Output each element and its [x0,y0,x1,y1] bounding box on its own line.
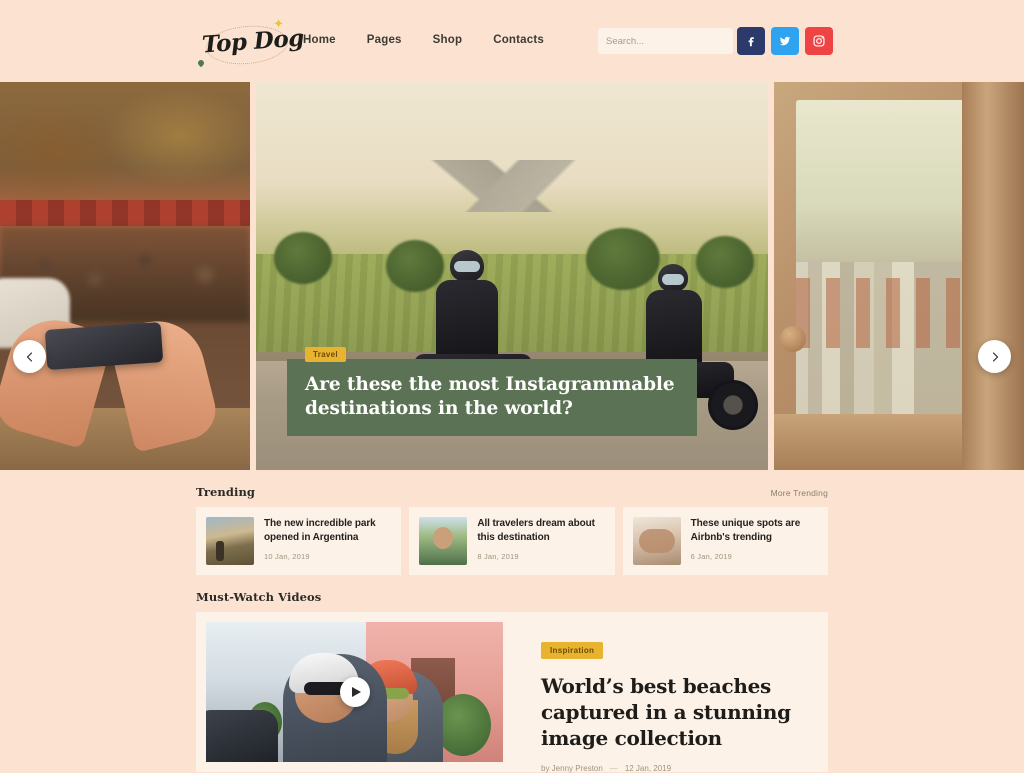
carousel-prev-button[interactable] [13,340,46,373]
search-box[interactable] [598,28,749,54]
twitter-icon[interactable] [771,27,799,55]
carousel-next-button[interactable] [978,340,1011,373]
instagram-icon[interactable] [805,27,833,55]
facebook-icon[interactable] [737,27,765,55]
trending-title: Trending [196,485,256,499]
trending-card-title[interactable]: The new incredible park opened in Argent… [264,517,391,545]
video-meta: by Jenny Preston — 12 Jan, 2019 [541,764,818,773]
nav-item-contacts[interactable]: Contacts [493,34,544,46]
site-logo[interactable]: ✦ Top Dog [196,16,305,68]
main-content: Trending More Trending The new incredibl… [0,470,1024,773]
hero-slide-active[interactable]: Travel Are these the most Instagrammable… [256,82,768,470]
hero-image-window [774,82,1024,470]
featured-video-card[interactable]: Inspiration World’s best beaches capture… [196,612,828,773]
hero-slide-previous[interactable] [0,82,250,470]
more-trending-link[interactable]: More Trending [771,488,828,498]
chevron-right-icon [992,351,998,362]
search-input[interactable] [606,35,738,47]
rooftops [796,278,966,348]
market-awning [0,200,250,226]
social-links [737,27,833,55]
logo-map-pin-icon [196,58,206,68]
trending-thumbnail [206,517,254,565]
hero-caption: Travel Are these the most Instagrammable… [287,347,697,436]
site-header: ✦ Top Dog Home Pages Shop Contacts [0,0,1024,82]
hero-category-badge[interactable]: Travel [305,347,346,363]
trending-card-title[interactable]: These unique spots are Airbnb's trending [691,517,818,545]
chevron-left-icon [26,351,32,362]
nav-item-shop[interactable]: Shop [433,34,463,46]
video-thumbnail[interactable] [206,622,503,762]
trending-thumbnail [419,517,468,565]
video-details: Inspiration World’s best beaches capture… [503,622,818,773]
trending-card[interactable]: These unique spots are Airbnb's trending… [622,507,828,575]
video-title[interactable]: World’s best beaches captured in a stunn… [541,673,818,751]
nav-item-home[interactable]: Home [303,34,336,46]
trending-list: The new incredible park opened in Argent… [196,507,828,575]
hero-title[interactable]: Are these the most Instagrammable destin… [305,373,679,420]
stone-pillar [962,82,1024,470]
hero-slide-next[interactable] [774,82,1024,470]
trending-card-date: 10 Jan, 2019 [264,552,310,562]
stone-ball [780,326,806,352]
video-date: 12 Jan, 2019 [624,764,672,773]
play-button[interactable] [339,677,370,707]
trending-thumbnail [632,517,681,565]
bush [274,232,332,284]
logo-text: Top Dog [201,24,305,59]
video-category-badge[interactable]: Inspiration [541,642,604,659]
trending-card[interactable]: The new incredible park opened in Argent… [196,507,402,575]
nav-item-pages[interactable]: Pages [367,34,402,46]
hero-carousel: Travel Are these the most Instagrammable… [0,82,1024,470]
trending-card-date: 6 Jan, 2019 [690,552,733,562]
parked-car [206,710,278,762]
meta-separator: — [609,764,618,773]
trending-card-date: 8 Jan, 2019 [477,552,519,562]
trending-header: Trending More Trending [196,470,828,507]
hero-image-market [0,82,250,470]
video-author[interactable]: by Jenny Preston [541,764,603,773]
mountains [256,160,768,212]
trending-card-title[interactable]: All travelers dream about this destinati… [477,517,604,545]
videos-header: Must-Watch Videos [196,575,828,612]
videos-title: Must-Watch Videos [196,590,322,604]
trending-card[interactable]: All travelers dream about this destinati… [409,507,615,575]
main-nav: Home Pages Shop Contacts [303,34,544,46]
smartphone [44,322,164,370]
